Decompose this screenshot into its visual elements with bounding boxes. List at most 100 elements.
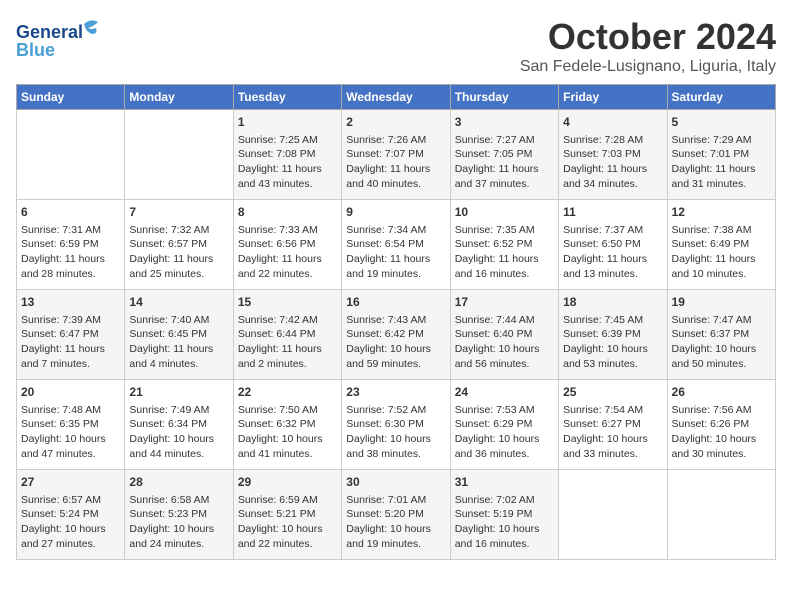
calendar-cell [667,470,775,560]
day-info: Sunrise: 7:32 AM Sunset: 6:57 PM Dayligh… [129,223,228,282]
day-info: Sunrise: 7:39 AM Sunset: 6:47 PM Dayligh… [21,313,120,372]
day-number: 21 [129,384,228,401]
day-number: 29 [238,474,337,491]
day-number: 8 [238,204,337,221]
calendar-week-row: 27 Sunrise: 6:57 AM Sunset: 5:24 PM Dayli… [17,470,776,560]
calendar-cell: 14Sunrise: 7:40 AM Sunset: 6:45 PM Dayli… [125,290,233,380]
calendar-cell: 8 Sunrise: 7:33 AM Sunset: 6:56 PM Daylig… [233,200,341,290]
calendar-week-row: 1Sunrise: 7:25 AM Sunset: 7:08 PM Daylig… [17,110,776,200]
calendar-cell: 11 Sunrise: 7:37 AM Sunset: 6:50 PM Dayli… [559,200,667,290]
day-info: Sunrise: 7:33 AM Sunset: 6:56 PM Dayligh… [238,223,337,282]
month-title: October 2024 [520,16,776,58]
day-info: Sunrise: 7:27 AM Sunset: 7:05 PM Dayligh… [455,133,554,192]
calendar-cell: 25Sunrise: 7:54 AM Sunset: 6:27 PM Dayli… [559,380,667,470]
day-info: Sunrise: 6:59 AM Sunset: 5:21 PM Dayligh… [238,493,337,552]
calendar-cell: 4 Sunrise: 7:28 AM Sunset: 7:03 PM Daylig… [559,110,667,200]
calendar-cell: 21 Sunrise: 7:49 AM Sunset: 6:34 PM Dayli… [125,380,233,470]
day-info: Sunrise: 7:49 AM Sunset: 6:34 PM Dayligh… [129,403,228,462]
weekday-header: Tuesday [233,85,341,110]
day-info: Sunrise: 7:28 AM Sunset: 7:03 PM Dayligh… [563,133,662,192]
calendar-week-row: 6 Sunrise: 7:31 AM Sunset: 6:59 PM Daylig… [17,200,776,290]
logo-svg: General Blue [16,16,106,64]
calendar-cell: 26 Sunrise: 7:56 AM Sunset: 6:26 PM Dayli… [667,380,775,470]
day-number: 19 [672,294,771,311]
day-number: 25 [563,384,662,401]
day-number: 31 [455,474,554,491]
calendar-cell: 3 Sunrise: 7:27 AM Sunset: 7:05 PM Daylig… [450,110,558,200]
calendar-cell: 1Sunrise: 7:25 AM Sunset: 7:08 PM Daylig… [233,110,341,200]
day-info: Sunrise: 7:43 AM Sunset: 6:42 PM Dayligh… [346,313,445,372]
weekday-header: Friday [559,85,667,110]
day-number: 3 [455,114,554,131]
day-info: Sunrise: 7:56 AM Sunset: 6:26 PM Dayligh… [672,403,771,462]
day-number: 18 [563,294,662,311]
calendar-week-row: 13 Sunrise: 7:39 AM Sunset: 6:47 PM Dayli… [17,290,776,380]
calendar-cell: 19Sunrise: 7:47 AM Sunset: 6:37 PM Dayli… [667,290,775,380]
day-info: Sunrise: 6:57 AM Sunset: 5:24 PM Dayligh… [21,493,120,552]
calendar-cell: 29 Sunrise: 6:59 AM Sunset: 5:21 PM Dayli… [233,470,341,560]
day-info: Sunrise: 7:38 AM Sunset: 6:49 PM Dayligh… [672,223,771,282]
weekday-header: Sunday [17,85,125,110]
day-info: Sunrise: 7:34 AM Sunset: 6:54 PM Dayligh… [346,223,445,282]
day-number: 15 [238,294,337,311]
day-number: 6 [21,204,120,221]
day-number: 17 [455,294,554,311]
day-info: Sunrise: 7:37 AM Sunset: 6:50 PM Dayligh… [563,223,662,282]
calendar-cell: 5Sunrise: 7:29 AM Sunset: 7:01 PM Daylig… [667,110,775,200]
day-info: Sunrise: 7:48 AM Sunset: 6:35 PM Dayligh… [21,403,120,462]
calendar-cell [559,470,667,560]
calendar-cell: 20 Sunrise: 7:48 AM Sunset: 6:35 PM Dayli… [17,380,125,470]
day-number: 27 [21,474,120,491]
weekday-header: Wednesday [342,85,450,110]
day-info: Sunrise: 7:29 AM Sunset: 7:01 PM Dayligh… [672,133,771,192]
calendar-cell: 12Sunrise: 7:38 AM Sunset: 6:49 PM Dayli… [667,200,775,290]
calendar-cell: 24Sunrise: 7:53 AM Sunset: 6:29 PM Dayli… [450,380,558,470]
day-info: Sunrise: 7:45 AM Sunset: 6:39 PM Dayligh… [563,313,662,372]
calendar-cell: 7 Sunrise: 7:32 AM Sunset: 6:57 PM Daylig… [125,200,233,290]
day-number: 13 [21,294,120,311]
day-number: 9 [346,204,445,221]
calendar-cell: 31 Sunrise: 7:02 AM Sunset: 5:19 PM Dayli… [450,470,558,560]
calendar-cell: 15 Sunrise: 7:42 AM Sunset: 6:44 PM Dayli… [233,290,341,380]
svg-text:Blue: Blue [16,40,55,60]
weekday-header: Saturday [667,85,775,110]
day-info: Sunrise: 7:50 AM Sunset: 6:32 PM Dayligh… [238,403,337,462]
calendar-table: SundayMondayTuesdayWednesdayThursdayFrid… [16,84,776,560]
day-info: Sunrise: 7:44 AM Sunset: 6:40 PM Dayligh… [455,313,554,372]
day-info: Sunrise: 7:53 AM Sunset: 6:29 PM Dayligh… [455,403,554,462]
day-info: Sunrise: 7:02 AM Sunset: 5:19 PM Dayligh… [455,493,554,552]
day-info: Sunrise: 7:40 AM Sunset: 6:45 PM Dayligh… [129,313,228,372]
day-number: 28 [129,474,228,491]
weekday-header-row: SundayMondayTuesdayWednesdayThursdayFrid… [17,85,776,110]
calendar-cell: 2Sunrise: 7:26 AM Sunset: 7:07 PM Daylig… [342,110,450,200]
day-number: 7 [129,204,228,221]
day-info: Sunrise: 6:58 AM Sunset: 5:23 PM Dayligh… [129,493,228,552]
calendar-cell: 9 Sunrise: 7:34 AM Sunset: 6:54 PM Daylig… [342,200,450,290]
calendar-cell: 28 Sunrise: 6:58 AM Sunset: 5:23 PM Dayli… [125,470,233,560]
calendar-week-row: 20 Sunrise: 7:48 AM Sunset: 6:35 PM Dayli… [17,380,776,470]
calendar-cell: 6 Sunrise: 7:31 AM Sunset: 6:59 PM Daylig… [17,200,125,290]
day-info: Sunrise: 7:42 AM Sunset: 6:44 PM Dayligh… [238,313,337,372]
calendar-cell: 22 Sunrise: 7:50 AM Sunset: 6:32 PM Dayli… [233,380,341,470]
calendar-cell: 23 Sunrise: 7:52 AM Sunset: 6:30 PM Dayli… [342,380,450,470]
day-number: 10 [455,204,554,221]
calendar-cell [17,110,125,200]
location-title: San Fedele-Lusignano, Liguria, Italy [520,58,776,76]
day-info: Sunrise: 7:25 AM Sunset: 7:08 PM Dayligh… [238,133,337,192]
day-number: 20 [21,384,120,401]
day-number: 26 [672,384,771,401]
day-number: 30 [346,474,445,491]
day-number: 4 [563,114,662,131]
day-info: Sunrise: 7:31 AM Sunset: 6:59 PM Dayligh… [21,223,120,282]
day-number: 23 [346,384,445,401]
day-number: 22 [238,384,337,401]
logo: General Blue [16,16,106,64]
calendar-cell: 17 Sunrise: 7:44 AM Sunset: 6:40 PM Dayli… [450,290,558,380]
day-info: Sunrise: 7:01 AM Sunset: 5:20 PM Dayligh… [346,493,445,552]
day-info: Sunrise: 7:52 AM Sunset: 6:30 PM Dayligh… [346,403,445,462]
calendar-cell: 13 Sunrise: 7:39 AM Sunset: 6:47 PM Dayli… [17,290,125,380]
calendar-cell [125,110,233,200]
calendar-cell: 16Sunrise: 7:43 AM Sunset: 6:42 PM Dayli… [342,290,450,380]
day-number: 11 [563,204,662,221]
calendar-cell: 18 Sunrise: 7:45 AM Sunset: 6:39 PM Dayli… [559,290,667,380]
